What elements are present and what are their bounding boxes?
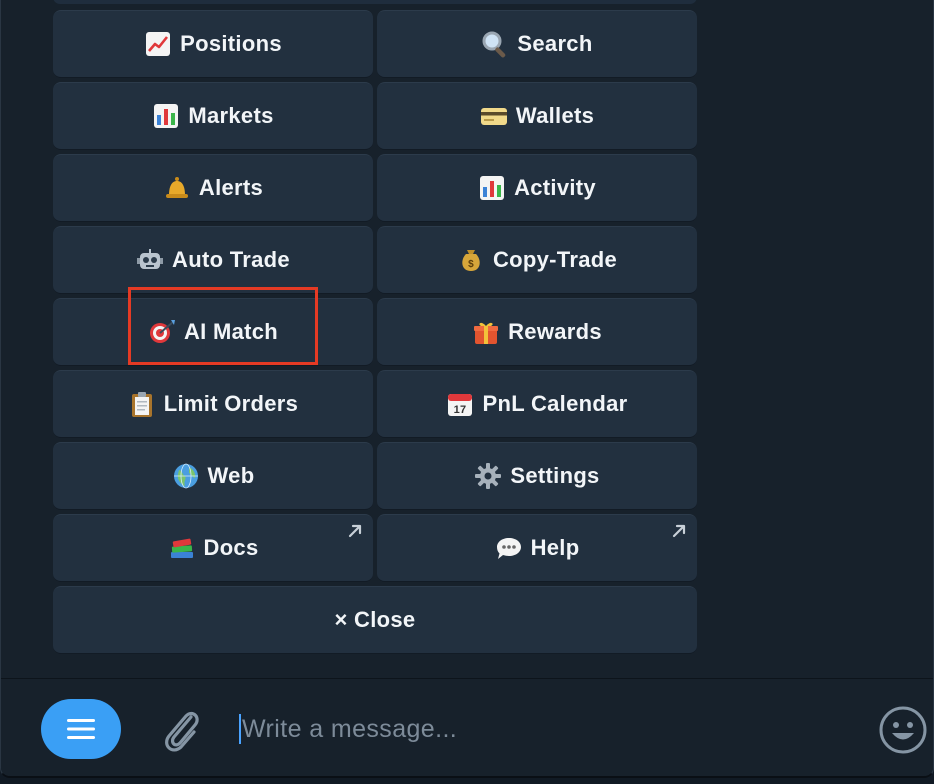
emoji-button[interactable] — [877, 704, 929, 756]
button-label: Wallets — [515, 103, 595, 128]
docs-button[interactable]: Docs — [53, 514, 373, 582]
alerts-button[interactable]: Alerts — [53, 154, 373, 222]
button-label: Activity — [514, 175, 596, 200]
magnifying-glass-icon — [481, 30, 509, 58]
chart-increasing-icon — [144, 30, 172, 58]
button-label: Copy-Trade — [492, 247, 618, 272]
globe-icon — [172, 462, 200, 490]
books-icon — [168, 534, 196, 562]
button-label: Limit Orders — [163, 391, 299, 416]
close-keyboard-button[interactable]: × Close — [53, 586, 697, 654]
button-label: Positions — [180, 31, 282, 56]
copy-trade-button[interactable]: $ Copy-Trade — [377, 226, 697, 294]
keyboard-top-edge — [53, 0, 697, 4]
smiley-icon — [879, 706, 927, 754]
button-label: Web — [207, 463, 255, 488]
button-label: PnL Calendar — [482, 391, 628, 416]
bell-icon — [163, 174, 191, 202]
button-label: Rewards — [508, 319, 602, 344]
svg-text:$: $ — [468, 259, 474, 270]
button-label: Help — [530, 535, 580, 560]
positions-button[interactable]: Positions — [53, 10, 373, 78]
text-caret — [239, 714, 241, 744]
limit-orders-button[interactable]: Limit Orders — [53, 370, 373, 438]
bar-chart-icon — [152, 102, 180, 130]
credit-card-icon — [480, 102, 508, 130]
button-label: Docs — [203, 535, 259, 560]
gear-icon — [474, 462, 502, 490]
money-bag-icon: $ — [457, 246, 485, 274]
hamburger-icon — [67, 719, 95, 739]
clipboard-icon — [128, 390, 156, 418]
external-link-arrow-icon — [347, 523, 363, 539]
search-button[interactable]: Search — [377, 10, 697, 78]
auto-trade-button[interactable]: Auto Trade — [53, 226, 373, 294]
web-button[interactable]: Web — [53, 442, 373, 510]
close-label: × Close — [334, 607, 416, 632]
bar-chart-icon — [478, 174, 506, 202]
message-input[interactable]: Write a message... — [239, 709, 839, 749]
rewards-button[interactable]: Rewards — [377, 298, 697, 366]
button-label: Alerts — [198, 175, 264, 200]
paperclip-icon — [165, 711, 199, 752]
button-label: Markets — [188, 103, 274, 128]
direct-hit-icon — [148, 318, 176, 346]
button-label: Search — [517, 31, 593, 56]
attach-button[interactable] — [157, 703, 207, 757]
pnl-calendar-button[interactable]: 17 PnL Calendar — [377, 370, 697, 438]
calendar-icon: 17 — [446, 390, 474, 418]
button-label: AI Match — [183, 319, 279, 344]
external-link-arrow-icon — [671, 523, 687, 539]
wallets-button[interactable]: Wallets — [377, 82, 697, 150]
button-label: Settings — [510, 463, 600, 488]
ai-match-button[interactable]: AI Match — [53, 298, 373, 366]
message-composer: Write a message... — [1, 678, 933, 776]
settings-button[interactable]: Settings — [377, 442, 697, 510]
robot-icon — [136, 246, 164, 274]
gift-icon — [472, 318, 500, 346]
speech-bubble-icon — [495, 534, 523, 562]
help-button[interactable]: Help — [377, 514, 697, 582]
bot-inline-keyboard: Positions Search Markets Wallets Alerts Activ… — [53, 0, 697, 660]
bot-menu-button[interactable] — [41, 699, 121, 759]
activity-button[interactable]: Activity — [377, 154, 697, 222]
message-placeholder: Write a message... — [242, 714, 458, 743]
chat-window: Positions Search Markets Wallets Alerts Activ… — [0, 0, 934, 778]
svg-text:17: 17 — [454, 404, 467, 416]
button-label: Auto Trade — [172, 247, 290, 272]
markets-button[interactable]: Markets — [53, 82, 373, 150]
